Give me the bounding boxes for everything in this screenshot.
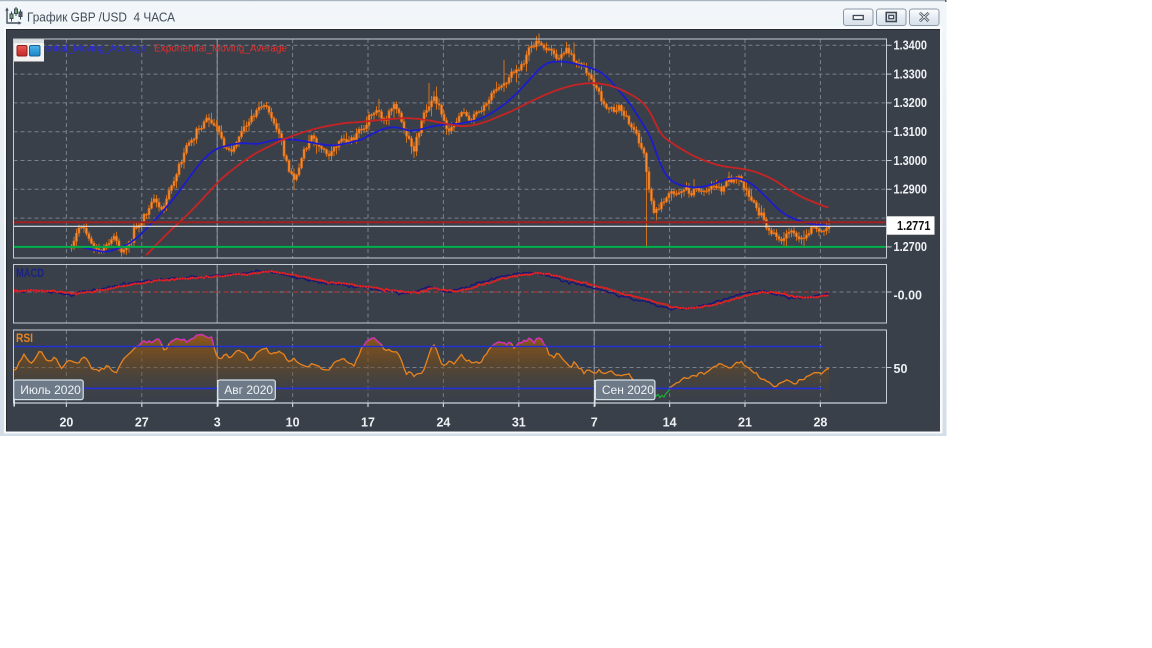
svg-text:RSI: RSI [16, 333, 33, 345]
svg-text:1.3400: 1.3400 [894, 39, 927, 53]
svg-text:14: 14 [663, 416, 677, 430]
svg-text:1.3100: 1.3100 [894, 125, 927, 139]
svg-text:1.2771: 1.2771 [897, 219, 930, 233]
svg-text:MACD: MACD [16, 266, 44, 280]
svg-text:1.2900: 1.2900 [894, 183, 927, 197]
svg-text:17: 17 [361, 416, 375, 430]
svg-text:3: 3 [214, 416, 221, 430]
svg-text:28: 28 [813, 416, 827, 430]
svg-text:21: 21 [738, 416, 752, 430]
svg-text:1.3200: 1.3200 [894, 96, 927, 110]
svg-text:1.3000: 1.3000 [894, 154, 927, 168]
svg-text:1.2700: 1.2700 [894, 240, 927, 254]
svg-text:27: 27 [135, 416, 149, 430]
svg-text:Авг 2020: Авг 2020 [224, 383, 273, 397]
svg-text:Сен 2020: Сен 2020 [602, 383, 654, 397]
svg-text:24: 24 [436, 416, 450, 430]
svg-text:1.3300: 1.3300 [894, 67, 927, 81]
svg-text:7: 7 [591, 416, 598, 430]
svg-text:График GBP /USD 4 ЧАСА: График GBP /USD 4 ЧАСА [27, 10, 175, 25]
svg-text:31: 31 [512, 416, 526, 430]
svg-text:20: 20 [59, 416, 73, 430]
svg-text:Июль 2020: Июль 2020 [20, 383, 81, 397]
svg-text:10: 10 [286, 416, 300, 430]
svg-text:50: 50 [894, 362, 908, 376]
svg-text:Exponential_Moving_Average: Exponential_Moving_Average [154, 44, 287, 55]
svg-text:ential_Moving_Average: ential_Moving_Average [45, 44, 147, 55]
svg-text:-0.00: -0.00 [894, 288, 923, 302]
